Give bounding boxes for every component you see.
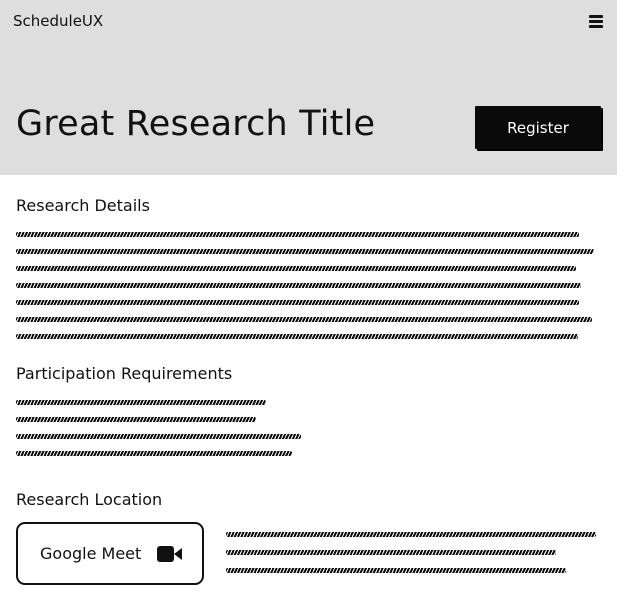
text-line — [16, 300, 579, 305]
hamburger-menu-icon[interactable] — [589, 15, 603, 28]
video-camera-icon — [157, 545, 183, 563]
text-line — [16, 451, 292, 456]
location-card-google-meet[interactable]: Google Meet — [16, 522, 204, 585]
text-line — [16, 434, 301, 439]
participation-requirements-heading: Participation Requirements — [16, 364, 233, 383]
register-button[interactable]: Register — [475, 106, 601, 149]
text-line — [16, 249, 594, 254]
page-title: Great Research Title — [16, 104, 376, 144]
brand-logo-text[interactable]: ScheduleUX — [13, 12, 103, 30]
location-label: Google Meet — [40, 544, 142, 563]
text-line — [16, 417, 256, 422]
text-line — [16, 334, 578, 339]
page: ScheduleUX Great Research Title Register… — [0, 0, 617, 600]
text-line — [226, 568, 566, 573]
text-line — [16, 266, 576, 271]
text-line — [16, 317, 592, 322]
research-details-heading: Research Details — [16, 196, 150, 215]
text-line — [226, 550, 556, 555]
text-line — [16, 400, 266, 405]
text-line — [226, 532, 596, 537]
text-line — [16, 283, 581, 288]
text-line — [16, 232, 579, 237]
research-location-heading: Research Location — [16, 490, 163, 509]
hero-header: ScheduleUX Great Research Title Register — [0, 0, 617, 175]
